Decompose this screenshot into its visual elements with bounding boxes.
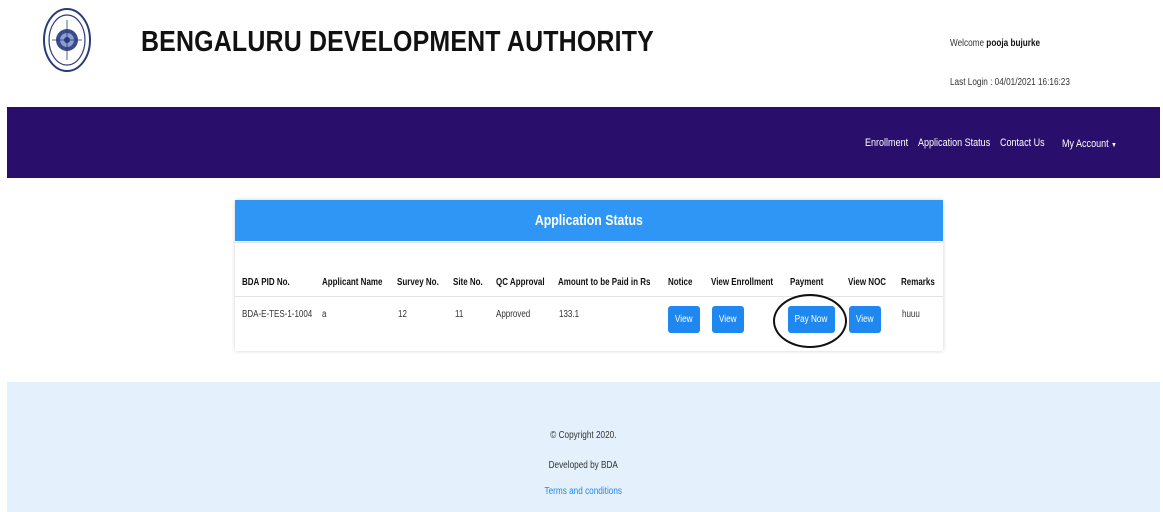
bda-emblem-icon — [43, 8, 91, 72]
notice-view-button[interactable]: View — [668, 306, 700, 333]
site-footer: © Copyright 2020. Developed by BDA Terms… — [7, 382, 1160, 512]
developed-by-text: Developed by BDA — [7, 460, 1160, 471]
welcome-text: Welcome pooja bujurke — [950, 38, 1040, 49]
caret-down-icon: ▼ — [1111, 142, 1117, 149]
card-title-text: Application Status — [535, 212, 643, 229]
col-header-view-enrollment: View Enrollment — [711, 277, 774, 288]
table-top-divider — [235, 242, 943, 243]
last-login-text: Last Login : 04/01/2021 16:16:23 — [950, 77, 1070, 88]
col-header-applicant: Applicant Name — [322, 277, 383, 288]
cell-qc: Approved — [496, 309, 531, 320]
pay-now-button[interactable]: Pay Now — [788, 306, 835, 333]
page-title: BENGALURU DEVELOPMENT AUTHORITY — [141, 26, 654, 58]
terms-link[interactable]: Terms and conditions — [545, 486, 622, 497]
nav-application-status[interactable]: Application Status — [918, 137, 990, 149]
col-header-qc: QC Approval — [496, 277, 545, 288]
cell-amount: 133.1 — [559, 309, 580, 320]
cell-applicant: a — [322, 309, 327, 320]
nav-enrollment[interactable]: Enrollment — [865, 137, 908, 149]
col-header-pid: BDA PID No. — [242, 277, 290, 288]
site-header: BENGALURU DEVELOPMENT AUTHORITY Welcome … — [0, 0, 1163, 106]
my-account-label: My Account — [1062, 138, 1109, 150]
terms-link-row: Terms and conditions — [7, 486, 1160, 497]
noc-view-button[interactable]: View — [849, 306, 881, 333]
col-header-site: Site No. — [453, 277, 483, 288]
welcome-prefix: Welcome — [950, 38, 987, 49]
application-status-card: Application Status — [235, 200, 943, 351]
developed-by-label: Developed by BDA — [548, 460, 619, 471]
col-header-view-noc: View NOC — [848, 277, 887, 288]
nav-contact-us[interactable]: Contact Us — [1000, 137, 1045, 149]
copyright-label: © Copyright 2020. — [550, 430, 617, 441]
col-header-amount: Amount to be Paid in Rs — [558, 277, 651, 288]
enrollment-view-button[interactable]: View — [712, 306, 744, 333]
col-header-survey: Survey No. — [397, 277, 439, 288]
cell-survey: 12 — [398, 309, 407, 320]
pay-now-label: Pay Now — [795, 314, 828, 325]
copyright-text: © Copyright 2020. — [7, 430, 1160, 441]
nav-my-account[interactable]: My Account ▼ — [1062, 138, 1117, 150]
main-navbar: Enrollment Application Status Contact Us… — [7, 107, 1160, 178]
col-header-notice: Notice — [668, 277, 693, 288]
enrollment-view-label: View — [719, 314, 737, 325]
card-title: Application Status — [235, 200, 943, 241]
cell-remarks: huuu — [902, 309, 920, 320]
noc-view-label: View — [856, 314, 874, 325]
col-header-payment: Payment — [790, 277, 824, 288]
cell-pid: BDA-E-TES-1-1004 — [242, 309, 313, 320]
notice-view-label: View — [675, 314, 693, 325]
cell-site: 11 — [455, 309, 464, 320]
user-name: pooja bujurke — [986, 38, 1041, 49]
table-header-divider — [235, 296, 943, 297]
col-header-remarks: Remarks — [901, 277, 935, 288]
